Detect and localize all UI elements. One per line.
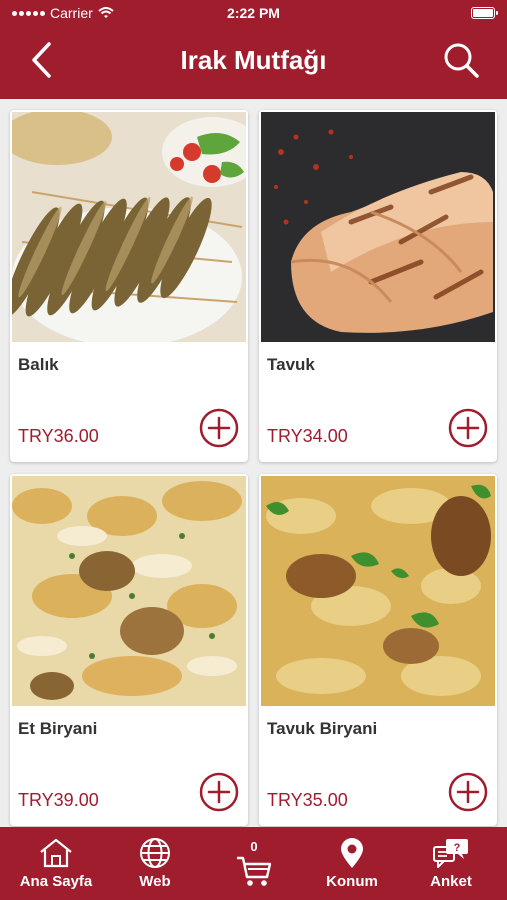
chevron-left-icon[interactable] bbox=[24, 40, 60, 80]
tab-label: Web bbox=[139, 873, 171, 890]
status-time: 2:22 PM bbox=[227, 5, 280, 21]
add-to-cart-plus-icon[interactable] bbox=[199, 772, 239, 812]
home-icon bbox=[40, 838, 72, 868]
product-price: TRY39.00 bbox=[18, 790, 99, 810]
tab-survey[interactable]: ? Anket bbox=[406, 827, 496, 900]
product-price: TRY36.00 bbox=[18, 426, 99, 446]
product-name: Tavuk Biryani bbox=[267, 719, 378, 738]
product-card[interactable]: Tavuk TRY34.00 bbox=[259, 110, 497, 462]
add-to-cart-plus-icon[interactable] bbox=[448, 408, 488, 448]
chicken-biryani-photo bbox=[261, 476, 495, 706]
tab-location[interactable]: Konum bbox=[312, 827, 392, 900]
tab-label: Ana Sayfa bbox=[19, 873, 93, 890]
status-bar: Carrier 2:22 PM bbox=[0, 0, 507, 26]
location-pin-icon bbox=[341, 838, 363, 868]
tab-cart[interactable]: 0 bbox=[214, 827, 294, 900]
product-card[interactable]: Balık TRY36.00 bbox=[10, 110, 248, 462]
app-header: Carrier 2:22 PM Irak Mutfağı bbox=[0, 0, 507, 99]
product-name: Tavuk bbox=[267, 355, 315, 374]
search-icon[interactable] bbox=[443, 42, 479, 78]
cart-count-badge: 0 bbox=[250, 839, 258, 854]
tab-label: Anket bbox=[430, 873, 472, 890]
survey-chat-icon: ? bbox=[433, 839, 468, 868]
bottom-tab-bar: Ana Sayfa Web 0 Konum ? Anket bbox=[0, 827, 507, 900]
add-to-cart-plus-icon[interactable] bbox=[448, 772, 488, 812]
tab-web[interactable]: Web bbox=[114, 827, 196, 900]
globe-icon bbox=[140, 838, 170, 868]
page-title: Irak Mutfağı bbox=[180, 45, 327, 75]
product-grid: Balık TRY36.00 Tavuk TRY34.00 Et Biryani… bbox=[0, 99, 507, 827]
add-to-cart-plus-icon[interactable] bbox=[199, 408, 239, 448]
battery-icon bbox=[471, 7, 498, 19]
product-price: TRY35.00 bbox=[267, 790, 348, 810]
grilled-fish-skewers-photo bbox=[12, 112, 246, 342]
grilled-chicken-breast-photo bbox=[261, 112, 495, 342]
tab-label: Konum bbox=[326, 873, 378, 890]
product-card[interactable]: Tavuk Biryani TRY35.00 bbox=[259, 474, 497, 826]
product-card[interactable]: Et Biryani TRY39.00 bbox=[10, 474, 248, 826]
svg-text:?: ? bbox=[454, 842, 461, 854]
meat-biryani-photo bbox=[12, 476, 246, 706]
tab-home[interactable]: Ana Sayfa bbox=[6, 827, 106, 900]
product-price: TRY34.00 bbox=[267, 426, 348, 446]
product-name: Balık bbox=[18, 355, 59, 374]
product-name: Et Biryani bbox=[18, 719, 98, 738]
cart-icon bbox=[237, 856, 272, 886]
